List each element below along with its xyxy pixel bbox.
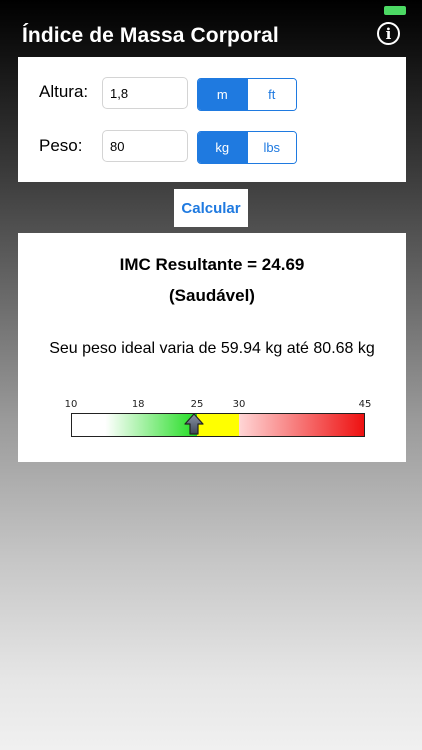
calculate-button[interactable]: Calcular [174,189,248,227]
battery-indicator [384,6,406,15]
ideal-weight-text: Seu peso ideal varia de 59.94 kg até 80.… [49,340,375,357]
scale-tick: 30 [232,399,246,410]
scale-tick: 18 [131,399,145,410]
unit-option-lbs[interactable]: lbs [246,132,296,163]
scale-tick: 25 [190,399,204,410]
weight-input[interactable] [102,130,188,162]
height-unit-toggle[interactable]: m ft [197,78,297,111]
pointer-arrow-icon [184,413,204,435]
bmi-result-title: IMC Resultante = 24.69 [119,255,305,274]
page-title: Índice de Massa Corporal [22,24,279,47]
bmi-scale-bar [71,413,365,437]
weight-unit-toggle[interactable]: kg lbs [197,131,297,164]
bmi-status: (Saudável) [169,286,255,305]
unit-option-ft[interactable]: ft [246,79,296,110]
height-input[interactable] [102,77,188,109]
weight-label: Peso: [39,136,83,155]
unit-option-kg[interactable]: kg [198,132,247,163]
info-glyph: i [385,24,392,43]
info-icon[interactable]: i [377,22,400,45]
height-label: Altura: [39,82,89,101]
scale-tick: 10 [64,399,78,410]
unit-option-m[interactable]: m [198,79,247,110]
input-panel: Altura: m ft Peso: kg lbs [18,57,406,182]
result-panel: IMC Resultante = 24.69 (Saudável) Seu pe… [18,233,406,462]
scale-tick: 45 [358,399,372,410]
